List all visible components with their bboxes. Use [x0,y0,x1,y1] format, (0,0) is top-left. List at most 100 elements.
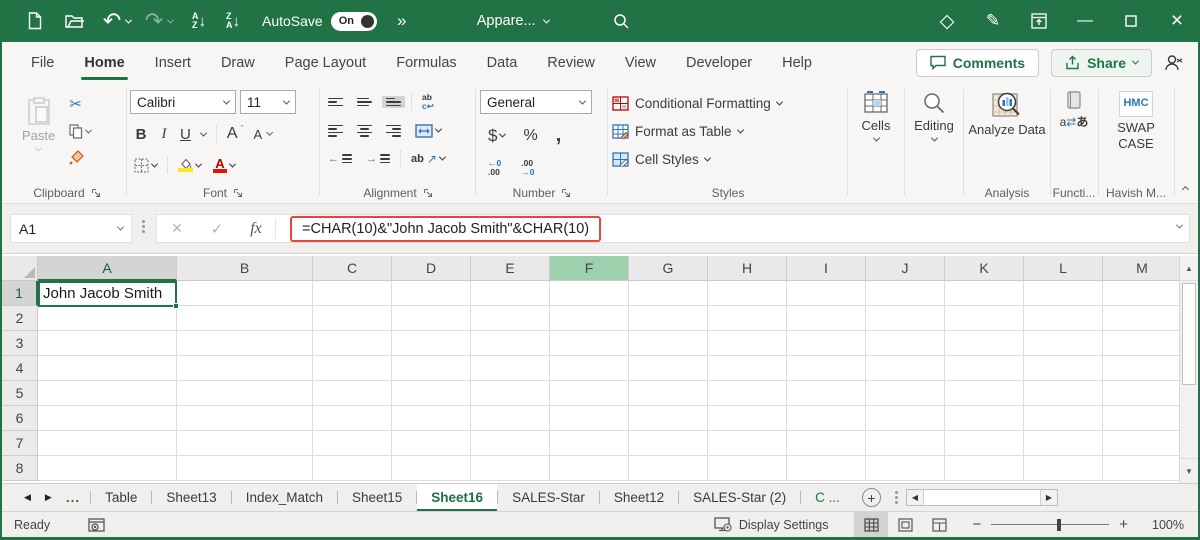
cell-J5[interactable] [866,381,945,406]
cell-F6[interactable] [550,406,629,431]
ribbon-tab-review[interactable]: Review [532,42,610,83]
sheet-tab-sales-star[interactable]: SALES-Star [498,484,599,511]
cell-B4[interactable] [177,356,313,381]
cell-A8[interactable] [38,456,177,481]
prev-sheet-icon[interactable]: ◀ [24,492,31,503]
paste-button[interactable]: Paste [22,89,55,189]
sheet-tab-table[interactable]: Table [91,484,151,511]
formula-field[interactable]: × ✓ fx =CHAR(10)&"John Jacob Smith"&CHAR… [156,214,1190,243]
cell-H2[interactable] [708,306,787,331]
cell-D4[interactable] [392,356,471,381]
new-sheet-button[interactable]: + [861,488,881,507]
cells-button[interactable]: Cells [850,83,902,183]
cell-D5[interactable] [392,381,471,406]
cell-G8[interactable] [629,456,708,481]
cell-I8[interactable] [787,456,866,481]
number-format-combo[interactable]: General [480,90,592,114]
cell-F5[interactable] [550,381,629,406]
cell-G5[interactable] [629,381,708,406]
cancel-icon[interactable]: × [157,218,197,239]
cell-F1[interactable] [550,281,629,306]
minimize-button[interactable]: — [1062,0,1108,42]
increase-indent-button[interactable]: → [362,151,394,167]
undo-button[interactable]: ↶ [100,6,134,36]
cell-A3[interactable] [38,331,177,356]
cell-A5[interactable] [38,381,177,406]
ribbon-tab-insert[interactable]: Insert [140,42,206,83]
shrink-font-button[interactable]: A [250,125,275,144]
column-header-K[interactable]: K [945,256,1024,281]
column-header-B[interactable]: B [177,256,313,281]
sheet-bar-divider[interactable] [894,491,898,504]
cell-H1[interactable] [708,281,787,306]
increase-decimal-button[interactable]: ←0.00 [484,157,505,179]
collapse-ribbon-button[interactable] [1181,180,1190,195]
cell-L5[interactable] [1024,381,1103,406]
cell-I2[interactable] [787,306,866,331]
wrap-text-button[interactable]: ab c↩ [418,91,438,113]
cell-M1[interactable] [1103,281,1182,306]
cell-B1[interactable] [177,281,313,306]
ribbon-tab-developer[interactable]: Developer [671,42,767,83]
column-header-E[interactable]: E [471,256,550,281]
cell-styles-button[interactable]: Cell Styles [612,147,844,172]
cell-M3[interactable] [1103,331,1182,356]
swap-case-button[interactable]: HMC SWAP CASE [1101,83,1171,183]
format-as-table-button[interactable]: Format as Table [612,119,844,144]
column-header-F[interactable]: F [550,256,629,281]
page-break-view-button[interactable] [922,512,956,538]
column-header-J[interactable]: J [866,256,945,281]
macro-record-icon[interactable] [88,517,105,532]
number-group-label[interactable]: Number [480,186,604,200]
ribbon-tab-formulas[interactable]: Formulas [381,42,471,83]
cell-F4[interactable] [550,356,629,381]
comma-format-button[interactable]: , [552,122,566,149]
cell-L7[interactable] [1024,431,1103,456]
share-button[interactable]: Share [1051,48,1152,77]
cell-C1[interactable] [313,281,392,306]
select-all-corner[interactable] [2,256,38,281]
enter-icon[interactable]: ✓ [197,220,237,238]
cell-E8[interactable] [471,456,550,481]
cell-C8[interactable] [313,456,392,481]
translate-function-button[interactable]: a⇄あ [1052,83,1096,183]
column-header-H[interactable]: H [708,256,787,281]
sheet-tab-sales-star-2[interactable]: SALES-Star (2) [679,484,800,511]
formula-bar-divider[interactable] [142,220,146,233]
cell-B7[interactable] [177,431,313,456]
cell-H5[interactable] [708,381,787,406]
cell-A4[interactable] [38,356,177,381]
cell-A2[interactable] [38,306,177,331]
grow-font-button[interactable]: Aˆ [223,123,248,145]
cell-A6[interactable] [38,406,177,431]
cell-I5[interactable] [787,381,866,406]
cell-J7[interactable] [866,431,945,456]
column-header-I[interactable]: I [787,256,866,281]
autosave-toggle[interactable]: On [330,11,377,31]
row-header-6[interactable]: 6 [2,406,38,431]
percent-format-button[interactable]: % [519,125,541,147]
open-folder-icon[interactable] [58,6,92,36]
cell-B5[interactable] [177,381,313,406]
borders-button[interactable] [130,156,161,175]
cell-D3[interactable] [392,331,471,356]
cell-M8[interactable] [1103,456,1182,481]
alignment-group-label[interactable]: Alignment [324,186,472,200]
scroll-down-icon[interactable]: ▼ [1180,458,1198,483]
cell-H8[interactable] [708,456,787,481]
horizontal-scrollbar[interactable]: ◀ ▶ [905,489,1058,506]
cell-E2[interactable] [471,306,550,331]
sheet-tab-c[interactable]: C ... [801,484,854,511]
cell-B8[interactable] [177,456,313,481]
ribbon-tab-view[interactable]: View [610,42,671,83]
cell-J4[interactable] [866,356,945,381]
cell-H7[interactable] [708,431,787,456]
cell-I6[interactable] [787,406,866,431]
cell-L6[interactable] [1024,406,1103,431]
cell-D1[interactable] [392,281,471,306]
copy-button[interactable] [65,122,95,141]
autosave-control[interactable]: AutoSave On [262,11,377,31]
font-group-label[interactable]: Font [130,186,316,200]
cell-J1[interactable] [866,281,945,306]
cell-J3[interactable] [866,331,945,356]
